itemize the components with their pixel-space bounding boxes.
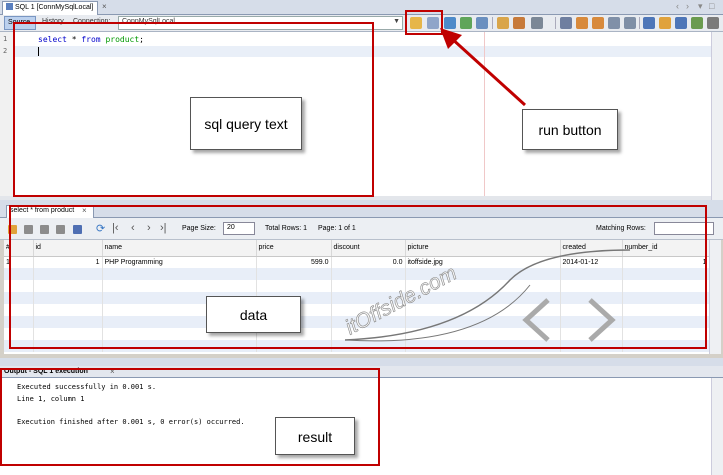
shift-line-icon[interactable] <box>691 17 703 29</box>
run-button-callout: run button <box>522 109 618 150</box>
toggle-bookmark-icon[interactable] <box>675 17 687 29</box>
editor-tab-bar <box>0 0 723 15</box>
grid-vertical-scrollbar[interactable] <box>709 240 721 354</box>
sql-query-text-callout: sql query text <box>190 97 302 150</box>
tab-list-icon[interactable]: ▾ <box>698 1 703 12</box>
editor-vertical-scrollbar[interactable] <box>711 32 723 200</box>
toolbar-separator <box>639 17 640 29</box>
scroll-left-icon[interactable]: ‹ <box>676 1 679 11</box>
data-highlight-box <box>9 205 707 349</box>
line-number: 1 <box>3 35 8 43</box>
find-previous-icon[interactable] <box>576 17 588 29</box>
comment-icon[interactable] <box>707 17 719 29</box>
editor-tab-title: SQL 1 [ConnMySqlLocal] <box>15 4 94 11</box>
output-vertical-scrollbar[interactable] <box>711 378 723 475</box>
result-callout: result <box>275 417 355 455</box>
close-tab-icon[interactable]: × <box>102 2 107 11</box>
sql-file-icon <box>6 3 13 10</box>
maximize-icon[interactable]: □ <box>709 1 714 11</box>
line-number: 2 <box>3 47 8 55</box>
results-output-splitter[interactable] <box>0 358 723 366</box>
scroll-right-icon[interactable]: › <box>686 1 689 11</box>
annotation-arrow <box>440 28 527 107</box>
toolbar-separator <box>555 17 556 29</box>
data-callout: data <box>206 296 301 333</box>
sql-editor-tab[interactable]: SQL 1 [ConnMySqlLocal] <box>2 1 98 15</box>
toggle-rectangular-icon[interactable] <box>624 17 636 29</box>
find-icon[interactable] <box>560 17 572 29</box>
line-number-gutter <box>0 32 14 200</box>
toggle-highlight-icon[interactable] <box>608 17 620 29</box>
next-bookmark-icon[interactable] <box>659 17 671 29</box>
find-next-icon[interactable] <box>592 17 604 29</box>
chevron-down-icon: ▼ <box>393 18 400 25</box>
previous-bookmark-icon[interactable] <box>643 17 655 29</box>
